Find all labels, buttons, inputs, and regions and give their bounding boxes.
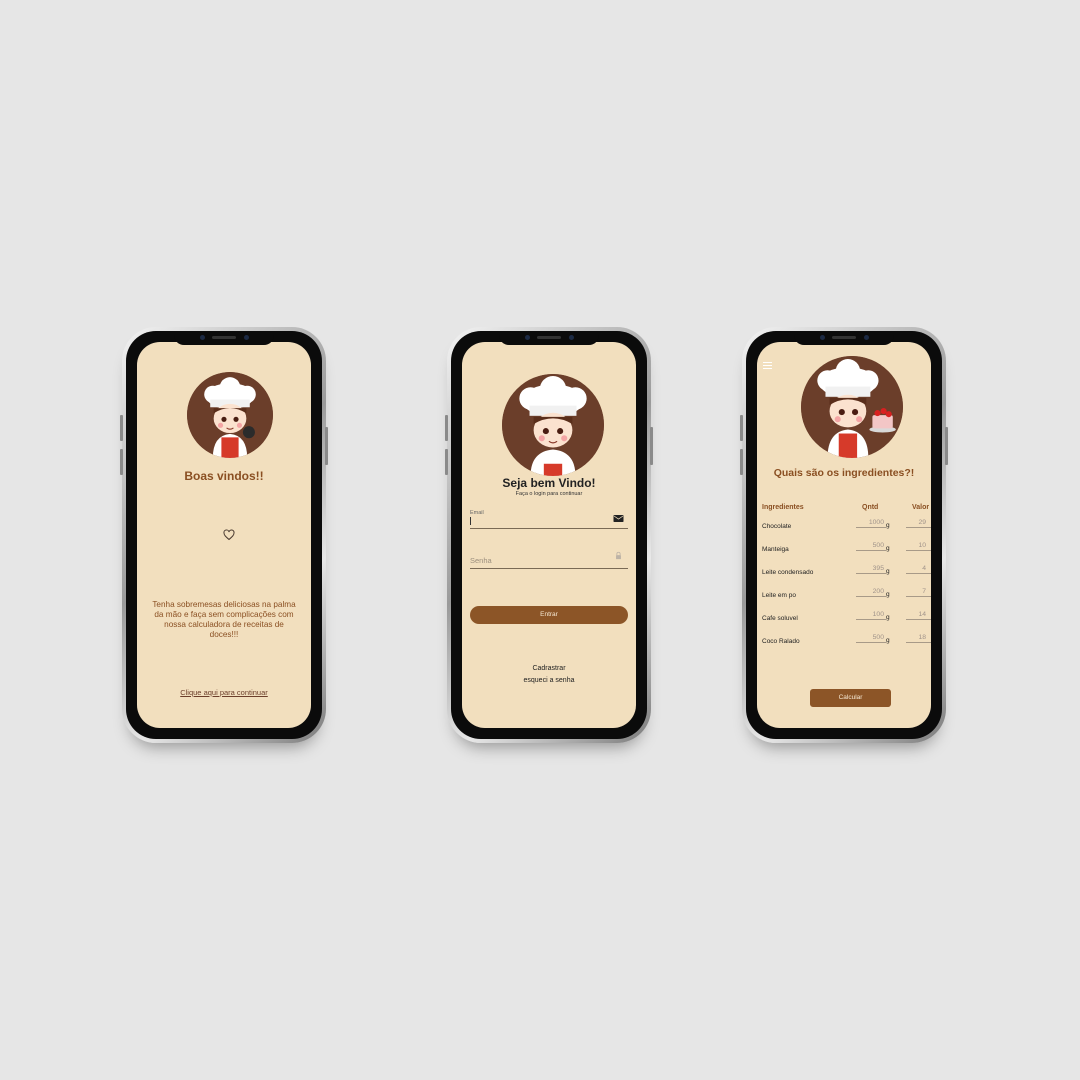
value-input[interactable]: 4 xyxy=(906,565,931,574)
register-link[interactable]: Cadrastrar xyxy=(462,665,636,672)
unit-label: g xyxy=(886,591,890,598)
mail-icon xyxy=(613,515,624,522)
login-button[interactable]: Entrar xyxy=(470,606,628,624)
ingredients-screen: Quais são os ingredientes?! Ingredientes… xyxy=(757,342,931,728)
value-input[interactable]: 29 xyxy=(906,519,931,528)
value-input[interactable]: 18 xyxy=(906,634,931,643)
qty-input[interactable]: 1000 xyxy=(856,519,886,528)
ingredient-name: Leite em po xyxy=(762,592,796,599)
table-row: Coco Ralado 500 g 18 xyxy=(762,634,931,648)
password-placeholder: Senha xyxy=(470,556,492,565)
email-label: Email xyxy=(470,510,484,516)
header-ingredients: Ingredientes xyxy=(762,504,804,511)
unit-label: g xyxy=(886,637,890,644)
unit-label: g xyxy=(886,614,890,621)
password-field[interactable]: Senha xyxy=(470,548,628,569)
qty-input[interactable]: 100 xyxy=(856,611,886,620)
menu-icon[interactable] xyxy=(763,362,772,369)
unit-label: g xyxy=(886,568,890,575)
qty-input[interactable]: 395 xyxy=(856,565,886,574)
table-row: Cafe soluvel 100 g 14 xyxy=(762,611,931,625)
welcome-screen: Boas vindos!! Tenha sobremesas deliciosa… xyxy=(137,342,311,728)
value-input[interactable]: 10 xyxy=(906,542,931,551)
value-input[interactable]: 14 xyxy=(906,611,931,620)
notch xyxy=(174,331,274,345)
chef-avatar-icon xyxy=(187,372,273,458)
qty-input[interactable]: 500 xyxy=(856,542,886,551)
table-row: Leite em po 200 g 7 xyxy=(762,588,931,602)
notch xyxy=(499,331,599,345)
ingredient-name: Chocolate xyxy=(762,523,792,530)
lock-icon xyxy=(616,551,621,560)
value-input[interactable]: 7 xyxy=(906,588,931,597)
ingredient-name: Leite condensado xyxy=(762,569,814,576)
table-row: Chocolate 1000 g 29 xyxy=(762,519,931,533)
heart-icon xyxy=(223,529,235,541)
welcome-title: Boas vindos!! xyxy=(184,469,264,483)
unit-label: g xyxy=(886,522,890,529)
header-value: Valor xyxy=(912,504,930,511)
forgot-password-link[interactable]: esqueci a senha xyxy=(462,677,636,684)
ingredients-title: Quais são os ingredientes?! xyxy=(773,467,915,479)
chef-avatar-icon xyxy=(502,374,604,476)
chef-avatar-icon xyxy=(801,356,903,458)
ingredient-name: Coco Ralado xyxy=(762,638,800,645)
table-row: Leite condensado 395 g 4 xyxy=(762,565,931,579)
calculate-button[interactable]: Calcular xyxy=(810,689,891,707)
ingredient-name: Cafe soluvel xyxy=(762,615,798,622)
header-qty: Qntd xyxy=(862,504,879,511)
welcome-description: Tenha sobremesas deliciosas na palma da … xyxy=(152,600,296,639)
phone-login: Seja bem Vindo! Faça o login para contin… xyxy=(445,327,653,743)
login-title: Seja bem Vindo! xyxy=(502,476,596,490)
login-screen: Seja bem Vindo! Faça o login para contin… xyxy=(462,342,636,728)
notch xyxy=(794,331,894,345)
unit-label: g xyxy=(886,545,890,552)
phone-ingredients: Quais são os ingredientes?! Ingredientes… xyxy=(740,327,948,743)
ingredient-name: Manteiga xyxy=(762,546,789,553)
table-row: Manteiga 500 g 10 xyxy=(762,542,931,556)
phone-welcome: Boas vindos!! Tenha sobremesas deliciosa… xyxy=(120,327,328,743)
qty-input[interactable]: 500 xyxy=(856,634,886,643)
continue-link[interactable]: Clique aqui para continuar xyxy=(137,688,311,697)
qty-input[interactable]: 200 xyxy=(856,588,886,597)
email-field[interactable]: Email xyxy=(470,510,628,529)
login-subtitle: Faça o login para continuar xyxy=(515,491,583,497)
